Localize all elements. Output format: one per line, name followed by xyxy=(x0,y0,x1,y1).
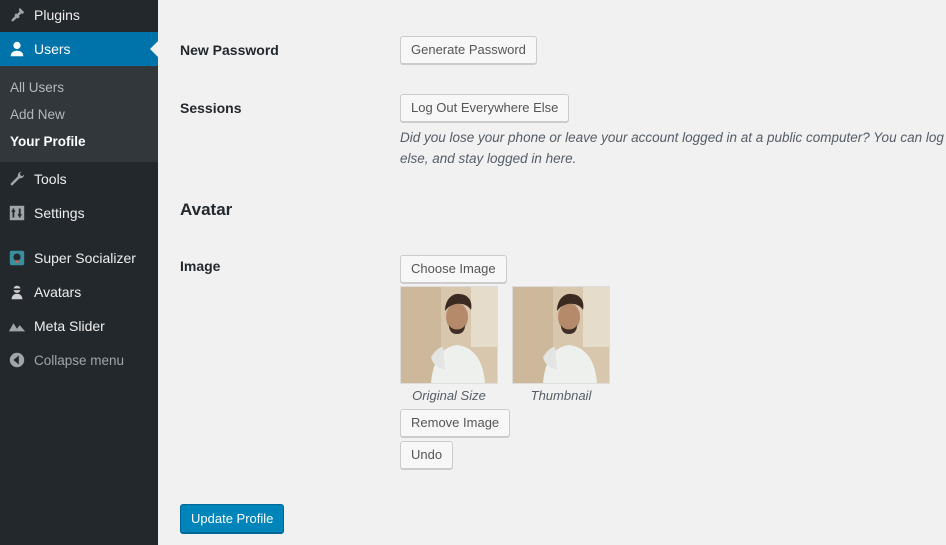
users-submenu: All Users Add New Your Profile xyxy=(0,66,158,162)
undo-button[interactable]: Undo xyxy=(400,441,454,469)
menu-item-tools[interactable]: Tools xyxy=(0,162,158,196)
menu-item-avatars[interactable]: Avatars xyxy=(0,275,158,309)
menu-label-plugins: Plugins xyxy=(34,7,80,23)
logout-everywhere-button[interactable]: Log Out Everywhere Else xyxy=(400,94,570,122)
meta-slider-icon xyxy=(0,309,34,343)
choose-image-button[interactable]: Choose Image xyxy=(400,255,507,283)
menu-label-tools: Tools xyxy=(34,171,67,187)
settings-icon xyxy=(0,196,34,230)
original-size-caption: Original Size xyxy=(412,388,486,403)
sessions-description-line1: Did you lose your phone or leave your ac… xyxy=(400,130,946,145)
thumbnail-caption: Thumbnail xyxy=(530,388,592,403)
menu-item-settings[interactable]: Settings xyxy=(0,196,158,230)
avatar-heading: Avatar xyxy=(180,200,233,219)
menu-item-meta-slider[interactable]: Meta Slider xyxy=(0,309,158,343)
users-icon xyxy=(0,32,34,66)
collapse-menu-label: Collapse menu xyxy=(34,352,125,368)
collapse-menu-button[interactable]: Collapse menu xyxy=(0,343,158,377)
sessions-description-line2: else, and stay logged in here. xyxy=(400,151,577,166)
update-profile-button[interactable]: Update Profile xyxy=(180,504,285,533)
menu-item-super-socializer[interactable]: Super Socializer xyxy=(0,241,158,275)
menu-item-plugins[interactable]: Plugins xyxy=(0,0,158,32)
image-label: Image xyxy=(180,258,221,274)
sessions-label: Sessions xyxy=(180,100,242,116)
generate-password-button[interactable]: Generate Password xyxy=(400,36,537,64)
menu-item-users[interactable]: Users xyxy=(0,32,158,66)
menu-label-users: Users xyxy=(34,41,71,57)
menu-label-super-socializer: Super Socializer xyxy=(34,250,136,266)
submenu-your-profile[interactable]: Your Profile xyxy=(0,128,158,155)
menu-label-settings: Settings xyxy=(34,205,85,221)
new-password-label: New Password xyxy=(180,42,279,58)
menu-label-meta-slider: Meta Slider xyxy=(34,318,105,334)
wrench-icon xyxy=(0,162,34,196)
plugin-icon xyxy=(0,0,34,32)
submenu-all-users[interactable]: All Users xyxy=(0,74,158,101)
remove-image-button[interactable]: Remove Image xyxy=(400,409,511,437)
admin-sidebar: Plugins Users All Users Add New Your Pro… xyxy=(0,0,158,545)
sessions-description: Did you lose your phone or leave your ac… xyxy=(400,127,946,169)
avatar-thumbnail-image xyxy=(512,286,610,384)
menu-label-avatars: Avatars xyxy=(34,284,82,300)
submenu-add-new[interactable]: Add New xyxy=(0,101,158,128)
profile-form: New Password Generate Password Sessions … xyxy=(158,0,946,545)
super-socializer-icon xyxy=(0,241,34,275)
avatars-icon xyxy=(0,275,34,309)
avatar-original-image xyxy=(400,286,498,384)
collapse-arrow-icon xyxy=(0,343,34,377)
